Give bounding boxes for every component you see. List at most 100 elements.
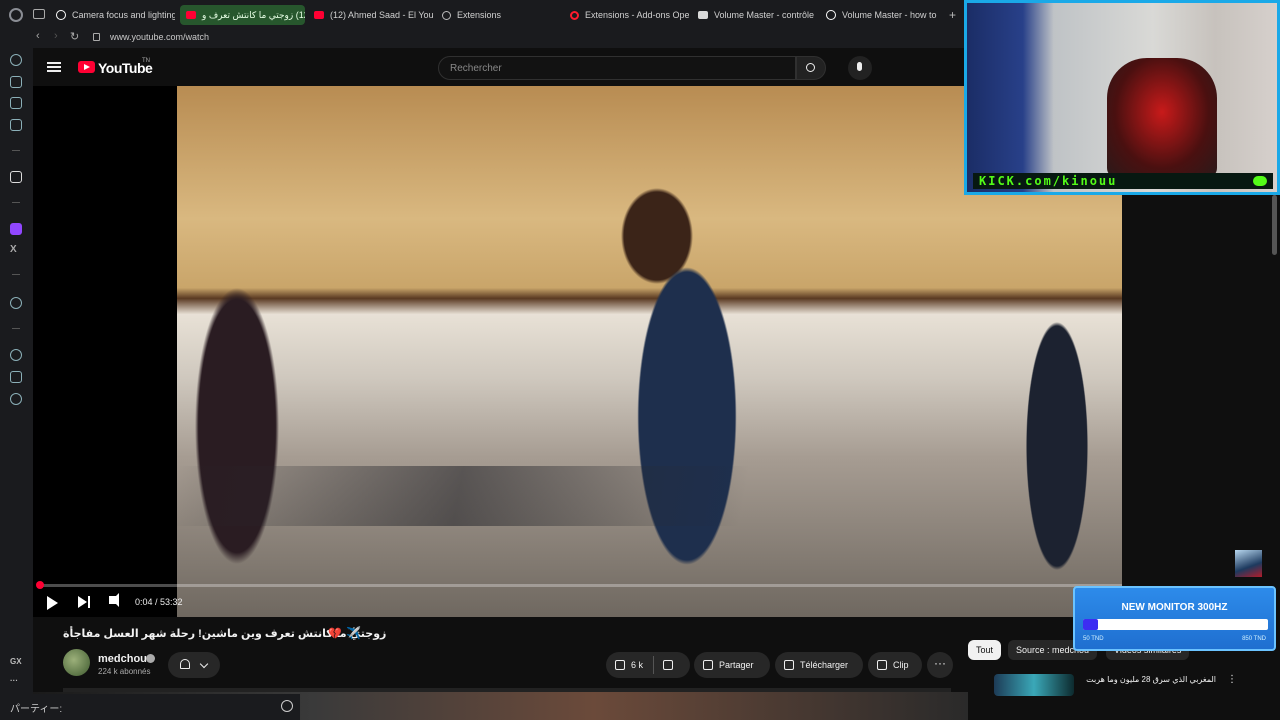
overlay-thumbnail	[1235, 550, 1262, 577]
kick-logo-icon	[1253, 176, 1267, 186]
cube-icon[interactable]	[10, 97, 22, 109]
tab-label: Extensions - Add-ons Ope	[585, 10, 689, 20]
more-actions-button[interactable]: ···	[927, 652, 953, 678]
share-icon	[703, 660, 713, 670]
microphone-icon	[857, 62, 862, 71]
tab-volume-master[interactable]: Volume Master - contrôle	[692, 5, 817, 25]
share-label: Partager	[719, 660, 754, 670]
settings-icon[interactable]	[10, 393, 22, 405]
search-icon	[806, 63, 815, 72]
back-icon[interactable]: ‹	[36, 30, 40, 42]
sidebar-divider	[12, 328, 20, 329]
extensions-sidebar-icon[interactable]	[10, 371, 22, 383]
youtube-icon	[314, 11, 324, 19]
menu-icon[interactable]	[47, 62, 61, 72]
download-label: Télécharger	[800, 660, 849, 670]
forward-icon[interactable]: ›	[54, 30, 58, 42]
download-button[interactable]: Télécharger	[775, 652, 863, 678]
like-button[interactable]: 6 k	[606, 652, 690, 678]
tab-label: (12) Ahmed Saad - El Yout	[330, 10, 433, 20]
download-icon	[784, 660, 794, 670]
player-icon[interactable]	[10, 297, 22, 309]
speed-dial-icon[interactable]	[10, 54, 22, 66]
tab-label: Extensions	[457, 10, 502, 20]
country-code: TN	[142, 58, 150, 64]
thumbs-up-icon	[615, 660, 625, 670]
status-circle-icon[interactable]	[281, 700, 293, 712]
recommendation-thumbnail[interactable]	[994, 674, 1074, 696]
tab-addons[interactable]: Extensions - Add-ons Ope	[564, 5, 689, 25]
subscriber-count: 224 k abonnés	[98, 667, 151, 676]
monitor-goal-widget: NEW MONITOR 300HZ 50 TND 850 TND	[1073, 586, 1276, 651]
search-button[interactable]	[796, 56, 826, 80]
youtube-icon	[186, 11, 196, 19]
chip-all[interactable]: Tout	[968, 640, 1002, 660]
tab-extensions[interactable]: Extensions	[436, 5, 561, 25]
clip-button[interactable]: Clip	[868, 652, 922, 678]
channel-name[interactable]: medchou	[98, 653, 147, 665]
tab-volume-master-how[interactable]: Volume Master - how to	[820, 5, 945, 25]
sidebar-divider	[12, 274, 20, 275]
browser-sidebar: X	[0, 48, 33, 720]
recommendation-title[interactable]: المغربي الذي سرق 28 مليون وما هربت الـ F…	[1086, 675, 1216, 684]
play-icon[interactable]	[47, 596, 58, 610]
tab-label: Camera focus and lighting	[72, 10, 175, 20]
search-input[interactable]: Rechercher	[438, 56, 796, 80]
tab-label: Volume Master - how to	[842, 10, 937, 20]
youtube-header: YouTube TN Rechercher	[33, 48, 968, 86]
opera-icon	[570, 10, 579, 20]
tab-youtube-active[interactable]: (12) زوجتي ما كانتش تعرف و	[180, 5, 305, 25]
recommendation-more-icon[interactable]: ⋮	[1227, 674, 1237, 685]
url-field[interactable]: www.youtube.com/watch	[110, 32, 209, 42]
video-player[interactable]: 0:04 / 53:32	[33, 86, 1122, 617]
tab-menu-icon[interactable]	[33, 9, 45, 19]
new-tab-button[interactable]: +	[949, 8, 956, 22]
tab-label: (12) زوجتي ما كانتش تعرف و	[202, 9, 305, 20]
next-icon[interactable]	[78, 596, 90, 608]
twitch-icon[interactable]	[10, 223, 22, 235]
progress-bar[interactable]	[40, 584, 1122, 587]
ai-icon[interactable]	[10, 76, 22, 88]
sidebar-divider	[12, 150, 20, 151]
monitor-goal-bar	[1083, 619, 1268, 630]
monitor-goal-high: 850 TND	[1242, 636, 1266, 642]
channel-avatar[interactable]	[63, 649, 90, 676]
tab-ahmed-saad[interactable]: (12) Ahmed Saad - El Yout	[308, 5, 433, 25]
title-emoji: 💔	[328, 628, 342, 640]
bell-icon	[180, 659, 190, 669]
party-label: パーティー:	[10, 704, 63, 715]
circle-icon	[826, 10, 836, 20]
verified-icon	[146, 654, 155, 663]
arrow-icon[interactable]	[10, 171, 22, 183]
voice-search-button[interactable]	[848, 56, 872, 80]
chevron-down-icon	[199, 659, 209, 669]
kick-banner-text: KICK.com/kinouu	[979, 174, 1118, 188]
youtube-logo-icon[interactable]	[78, 61, 95, 73]
tab-camera-focus[interactable]: Camera focus and lighting	[50, 5, 175, 25]
reload-icon[interactable]: ↻	[70, 30, 79, 43]
time-display: 0:04 / 53:32	[135, 597, 183, 607]
scissors-icon	[877, 660, 887, 670]
thumbs-down-icon[interactable]	[663, 660, 674, 670]
monitor-goal-fill	[1083, 619, 1098, 630]
share-button[interactable]: Partager	[694, 652, 770, 678]
progress-scrubber[interactable]	[36, 581, 44, 589]
search-placeholder: Rechercher	[450, 63, 502, 74]
monitor-goal-title: NEW MONITOR 300HZ	[1121, 602, 1228, 613]
history-icon[interactable]	[10, 349, 22, 361]
like-count: 6 k	[631, 660, 644, 670]
extensions-icon	[442, 10, 451, 20]
tab-label: Volume Master - contrôle	[714, 10, 815, 20]
volume-icon[interactable]	[109, 593, 119, 607]
messenger-icon[interactable]	[10, 119, 22, 131]
gx-corner-icon[interactable]: GX	[10, 657, 22, 666]
sidebar-more-icon[interactable]: ···	[10, 676, 18, 685]
streamer-chair	[1107, 58, 1217, 178]
opera-tab-icon	[56, 10, 66, 20]
lock-icon	[93, 33, 100, 41]
opera-logo-icon[interactable]	[9, 8, 23, 22]
x-icon[interactable]: X	[10, 244, 17, 255]
notifications-button[interactable]	[168, 652, 220, 678]
sidebar-divider	[12, 202, 20, 203]
page-scrollbar[interactable]	[1272, 195, 1277, 255]
